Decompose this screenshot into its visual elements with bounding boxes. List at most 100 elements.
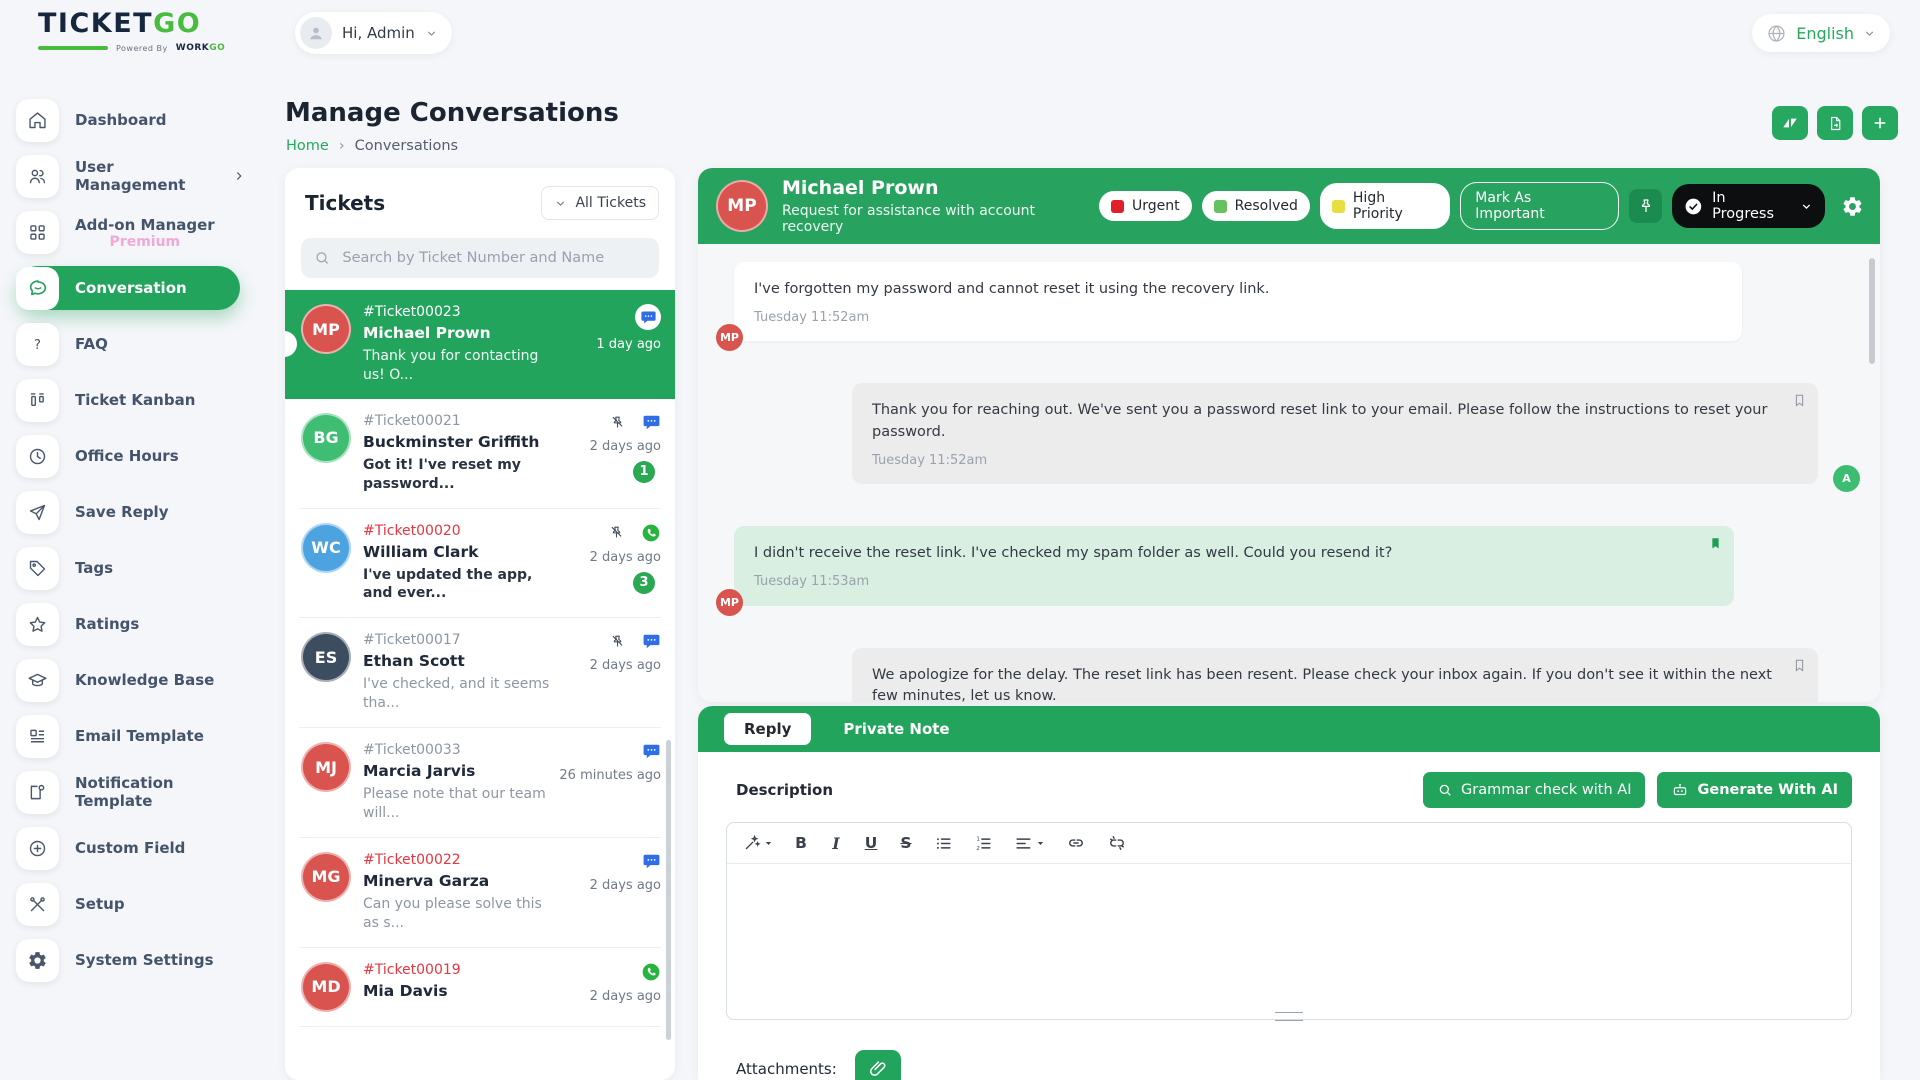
sidebar-item-user-management[interactable]: User Management <box>16 154 246 198</box>
language-label: English <box>1796 24 1854 43</box>
sidebar-item-label: Tags <box>75 559 113 577</box>
ticket-list-item[interactable]: MG #Ticket00022 Minerva Garza Can you pl… <box>285 838 675 947</box>
sidebar-item-addon-manager[interactable]: Add-on Manager Premium <box>16 210 246 254</box>
plus-circle-icon <box>16 827 59 870</box>
users-icon <box>16 155 59 198</box>
chat-channel-icon <box>642 413 661 432</box>
sidebar-item-ratings[interactable]: Ratings <box>16 602 246 646</box>
attach-file-button[interactable] <box>855 1050 901 1080</box>
sidebar-item-custom-field[interactable]: Custom Field <box>16 826 246 870</box>
ticket-list-item[interactable]: WC #Ticket00020 William Clark I've updat… <box>285 509 675 618</box>
sidebar-item-system-settings[interactable]: System Settings <box>16 938 246 982</box>
ticket-list-item[interactable]: MJ #Ticket00033 Marcia Jarvis Please not… <box>285 728 675 837</box>
sidebar-item-label: Dashboard <box>75 111 166 129</box>
tab-private-note[interactable]: Private Note <box>843 720 949 738</box>
ticket-list-item[interactable]: MP #Ticket00023 Michael Prown Thank you … <box>285 290 675 399</box>
sidebar-item-email-template[interactable]: Email Template <box>16 714 246 758</box>
ticket-time: 2 days ago <box>590 550 661 565</box>
strikethrough-tool[interactable]: S <box>899 834 913 852</box>
message-customer: I've forgotten my password and cannot re… <box>720 262 1854 341</box>
sidebar-item-knowledge-base[interactable]: Knowledge Base <box>16 658 246 702</box>
ticket-id: #Ticket00017 <box>363 632 557 648</box>
sidebar-item-faq[interactable]: ? FAQ <box>16 322 246 366</box>
ticket-name: Buckminster Griffith <box>363 433 557 451</box>
app-logo[interactable]: TICKETGO Powered By WORKGO <box>38 10 228 53</box>
ticket-filter-dropdown[interactable]: All Tickets <box>541 186 659 220</box>
sidebar-item-office-hours[interactable]: Office Hours <box>16 434 246 478</box>
ticket-search[interactable] <box>301 238 659 278</box>
bold-tool[interactable]: B <box>794 834 808 852</box>
status-dropdown[interactable]: In Progress <box>1672 184 1825 228</box>
pin-off-icon[interactable] <box>609 633 626 650</box>
gear-icon <box>1841 195 1864 218</box>
tag-icon <box>16 547 59 590</box>
star-icon <box>16 603 59 646</box>
numbered-list-tool[interactable]: 12 <box>974 834 993 853</box>
generate-ai-button[interactable]: Generate With AI <box>1657 772 1852 808</box>
export-document-button[interactable] <box>1817 106 1853 140</box>
ticket-time: 2 days ago <box>590 989 661 1004</box>
align-tool[interactable] <box>1014 834 1045 853</box>
ticket-name: Minerva Garza <box>363 872 557 890</box>
label-high-priority[interactable]: High Priority <box>1320 183 1450 229</box>
home-icon <box>16 99 59 142</box>
editor-content[interactable] <box>727 864 1851 1002</box>
tab-reply[interactable]: Reply <box>724 713 811 745</box>
link-tool[interactable] <box>1066 833 1086 853</box>
message-thread[interactable]: I've forgotten my password and cannot re… <box>698 244 1880 702</box>
avatar <box>300 17 332 49</box>
tickets-scrollbar[interactable] <box>666 740 671 1040</box>
magic-wand-tool[interactable] <box>743 834 773 852</box>
ticket-list-item[interactable]: MD #Ticket00019 Mia Davis 2 days ago <box>285 948 675 1026</box>
sidebar-item-dashboard[interactable]: Dashboard <box>16 98 246 142</box>
italic-tool[interactable]: I <box>829 834 843 853</box>
zendesk-button[interactable] <box>1772 106 1808 140</box>
underline-tool[interactable]: U <box>864 834 878 852</box>
sidebar-item-tags[interactable]: Tags <box>16 546 246 590</box>
label-resolved[interactable]: Resolved <box>1202 191 1310 221</box>
bullet-list-tool[interactable] <box>934 834 953 853</box>
avatar: MD <box>301 962 351 1012</box>
pin-button[interactable] <box>1629 189 1663 223</box>
pin-icon <box>1637 197 1655 215</box>
sidebar-item-notification-template[interactable]: Notification Template <box>16 770 246 814</box>
pin-off-icon[interactable] <box>608 524 625 541</box>
message-agent: We apologize for the delay. The reset li… <box>720 648 1854 703</box>
avatar: BG <box>301 413 351 463</box>
ticket-name: William Clark <box>363 543 557 561</box>
bookmark-filled-icon[interactable] <box>1708 535 1723 552</box>
grammar-check-button[interactable]: Grammar check with AI <box>1423 772 1645 808</box>
sidebar-item-save-reply[interactable]: Save Reply <box>16 490 246 534</box>
user-menu[interactable]: Hi, Admin <box>295 12 452 54</box>
rich-text-editor[interactable]: B I U S 12 <box>726 822 1852 1020</box>
ticket-id: #Ticket00033 <box>363 742 551 758</box>
bookmark-icon[interactable] <box>1792 392 1807 409</box>
ticket-preview: I've checked, and it seems tha... <box>363 675 557 713</box>
robot-icon <box>1671 781 1689 799</box>
chat-icon <box>16 267 59 310</box>
editor-resize-handle[interactable] <box>1275 1012 1303 1021</box>
messages-scrollbar[interactable] <box>1869 258 1875 364</box>
conversation-settings-button[interactable] <box>1841 195 1864 218</box>
bookmark-icon[interactable] <box>1792 657 1807 674</box>
sidebar-item-label: Knowledge Base <box>75 671 214 689</box>
chevron-down-icon <box>1036 839 1045 848</box>
search-input[interactable] <box>340 249 646 267</box>
add-ticket-button[interactable] <box>1862 106 1898 140</box>
mark-important-button[interactable]: Mark As Important <box>1460 182 1618 230</box>
whatsapp-channel-icon <box>641 523 661 543</box>
language-selector[interactable]: English <box>1752 14 1890 52</box>
sidebar-item-conversation[interactable]: Conversation <box>16 266 240 310</box>
label-urgent[interactable]: Urgent <box>1099 191 1192 221</box>
pin-off-icon[interactable] <box>609 414 626 431</box>
sidebar-item-setup[interactable]: Setup <box>16 882 246 926</box>
ticket-list-item[interactable]: BG #Ticket00021 Buckminster Griffith Got… <box>285 399 675 508</box>
sidebar-item-ticket-kanban[interactable]: Ticket Kanban <box>16 378 246 422</box>
sidebar-item-label: Setup <box>75 895 125 913</box>
ticket-list-item[interactable]: ES #Ticket00017 Ethan Scott I've checked… <box>285 618 675 727</box>
breadcrumb-home[interactable]: Home <box>286 138 329 154</box>
unlink-tool[interactable] <box>1107 833 1127 853</box>
logo-wordmark: TICKETGO <box>38 10 228 37</box>
logo-underline <box>38 46 108 50</box>
tickets-title: Tickets <box>305 191 385 215</box>
